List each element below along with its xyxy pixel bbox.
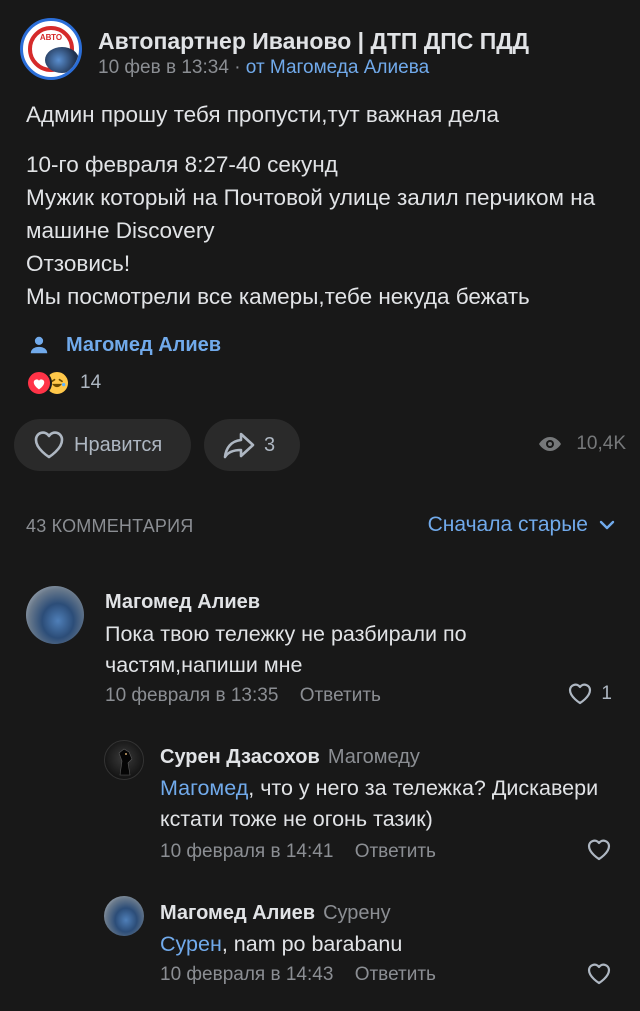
heart-outline-icon bbox=[587, 839, 611, 861]
share-arrow-icon bbox=[223, 432, 255, 459]
comment-author-name: Магомед Алиев bbox=[105, 591, 261, 613]
group-name[interactable]: Автопартнер Иваново | ДТП ДПС ПДД bbox=[98, 28, 529, 55]
eye-icon bbox=[539, 437, 562, 451]
comment-reply-item: Магомед Алиев Сурену Сурен, nam po baraba… bbox=[104, 896, 620, 996]
post-date: 10 фев в 13:34 bbox=[98, 57, 229, 78]
reactions-summary[interactable]: 14 bbox=[26, 368, 101, 398]
comment-mention-link[interactable]: Магомед bbox=[160, 776, 248, 800]
avatar-logo-text: АВТО bbox=[39, 33, 63, 42]
comment-avatar[interactable] bbox=[26, 586, 84, 644]
reply-button[interactable]: Ответить bbox=[300, 685, 381, 706]
avatar-car-image bbox=[45, 47, 79, 73]
comment-date: 10 февраля в 14:43 bbox=[160, 964, 334, 985]
like-button[interactable]: Нравится bbox=[14, 419, 191, 471]
post-signer[interactable]: Магомед Алиев bbox=[28, 330, 221, 360]
comment-meta: 10 февраля в 14:41 Ответить bbox=[160, 841, 436, 863]
post-meta: 10 фев в 13:34 · от Магомеда Алиева bbox=[98, 57, 429, 79]
post-paragraph-1: Админ прошу тебя пропусти,тут важная дел… bbox=[26, 102, 500, 127]
comments-header: 43 КОММЕНТАРИЯ Сначала старые bbox=[26, 510, 616, 542]
comment-mention-link[interactable]: Сурен bbox=[160, 932, 222, 956]
chevron-down-icon bbox=[599, 520, 615, 530]
reply-to-label: Сурену bbox=[323, 902, 391, 924]
comment-body: Пока твою тележку не разбирали по частям… bbox=[105, 622, 467, 677]
sort-dropdown[interactable]: Сначала старые bbox=[428, 513, 616, 537]
reply-button[interactable]: Ответить bbox=[355, 841, 436, 862]
signer-name: Магомед Алиев bbox=[66, 333, 222, 356]
comment-like-count: 1 bbox=[601, 683, 612, 704]
reply-to-label: Магомеду bbox=[327, 746, 420, 768]
heart-outline-icon bbox=[34, 431, 64, 459]
reply-button[interactable]: Ответить bbox=[355, 964, 436, 985]
comment-author-name: Сурен Дзасохов bbox=[160, 746, 320, 768]
post-paragraph-2: 10-го февраля 8:27-40 секунд Мужик котор… bbox=[26, 152, 596, 309]
sort-label: Сначала старые bbox=[427, 513, 588, 536]
post-text: Админ прошу тебя пропусти,тут важная дел… bbox=[26, 98, 616, 330]
share-count: 3 bbox=[264, 433, 276, 456]
comment-like-button[interactable] bbox=[586, 962, 612, 986]
post-header: АВТО Автопартнер Иваново | ДТП ДПС ПДД 1… bbox=[20, 18, 620, 82]
heart-outline-icon bbox=[587, 963, 611, 985]
heart-outline-icon bbox=[569, 683, 592, 705]
comment-text: Сурен, nam po barabanu bbox=[160, 929, 620, 960]
comment-author[interactable]: Магомед Алиев bbox=[105, 591, 260, 614]
comment-avatar[interactable] bbox=[104, 896, 144, 936]
heart-reaction-icon bbox=[26, 370, 52, 396]
group-avatar[interactable]: АВТО bbox=[20, 18, 82, 80]
comment-author[interactable]: Магомед Алиев Сурену bbox=[160, 902, 391, 925]
comment-author[interactable]: Сурен Дзасохов Магомеду bbox=[160, 746, 420, 769]
comment-meta: 10 февраля в 13:35 Ответить bbox=[105, 685, 381, 707]
comments-count: 43 КОММЕНТАРИЯ bbox=[26, 516, 194, 536]
horse-avatar-icon bbox=[118, 748, 133, 776]
comment-author-name: Магомед Алиев bbox=[160, 902, 316, 924]
comment-body: , nam po barabanu bbox=[221, 932, 403, 956]
comment-like-button[interactable]: 1 bbox=[567, 682, 612, 706]
comment-avatar[interactable] bbox=[104, 740, 144, 780]
comment-item: Магомед Алиев Пока твою тележку не разби… bbox=[26, 586, 620, 716]
views-counter: 10,4K bbox=[538, 432, 626, 456]
share-button[interactable]: 3 bbox=[204, 419, 300, 471]
comment-text: Магомед, что у него за тележка? Дискавер… bbox=[160, 773, 620, 835]
post-author-link[interactable]: от Магомеда Алиева bbox=[246, 57, 429, 78]
comment-reply-item: Сурен Дзасохов Магомеду Магомед, что у не… bbox=[104, 740, 620, 870]
person-icon bbox=[30, 336, 48, 354]
comment-like-button[interactable] bbox=[586, 838, 612, 862]
comment-date: 10 февраля в 14:41 bbox=[160, 841, 334, 862]
like-label: Нравится bbox=[74, 433, 163, 456]
reactions-count: 14 bbox=[80, 372, 102, 393]
views-count: 10,4K bbox=[576, 433, 626, 454]
comment-text: Пока твою тележку не разбирали по частям… bbox=[105, 619, 525, 681]
meta-separator: · bbox=[234, 57, 241, 78]
comment-meta: 10 февраля в 14:43 Ответить bbox=[160, 964, 436, 986]
comment-date: 10 февраля в 13:35 bbox=[105, 685, 279, 706]
